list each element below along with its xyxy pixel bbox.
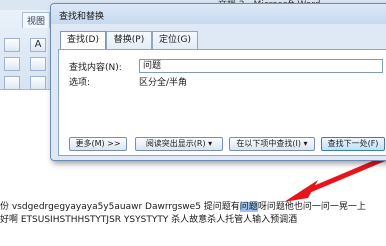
ribbon-button[interactable]	[4, 57, 20, 71]
find-label: 查找内容(N):	[69, 63, 122, 73]
dialog-titlebar[interactable]: 查找和替换	[51, 4, 386, 24]
options-value: 区分全/半角	[139, 78, 188, 88]
find-tab-panel: 查找内容(N): 问题 选项: 区分全/半角 更多(M) >> 阅读突出显示(R…	[58, 49, 386, 156]
ribbon-button[interactable]	[4, 76, 20, 90]
document-line-2: 好啊 ETSUSIHSTHHSTYTJSR YSYSTYTY 杀人故意杀人托管人…	[0, 215, 298, 225]
arrow-shaft	[309, 155, 386, 193]
tab-replace[interactable]: 替换(P)	[106, 31, 152, 49]
tab-goto[interactable]: 定位(G)	[152, 31, 198, 49]
dialog-title: 查找和替换	[59, 12, 105, 22]
more-button[interactable]: 更多(M) >>	[69, 137, 127, 151]
ribbon-button[interactable]	[4, 38, 20, 52]
find-input[interactable]: 问题	[139, 59, 383, 73]
tab-find[interactable]: 查找(D)	[60, 31, 106, 50]
font-letter-icon: A	[34, 39, 42, 50]
tab-label: 替换(P)	[113, 35, 145, 45]
ribbon-button[interactable]	[30, 76, 46, 90]
find-next-button[interactable]: 查找下一处(F)	[321, 137, 385, 151]
search-highlight: 问题	[239, 202, 258, 212]
ribbon-tab-view[interactable]: 视图	[22, 12, 51, 28]
find-replace-dialog: 查找和替换 查找(D) 替换(P) 定位(G) 查找内容(N): 问题 选项: …	[50, 3, 386, 161]
font-color-button[interactable]: A	[30, 38, 46, 52]
tab-label: 定位(G)	[159, 35, 191, 45]
document-text: 份 vsdgedrgegyayaya5y5auawr Dawrrgswe5 提问…	[0, 202, 240, 212]
tab-label: 查找(D)	[67, 35, 99, 45]
find-in-button[interactable]: 在以下项中查找(I) ▾	[229, 137, 315, 151]
reading-highlight-button[interactable]: 阅读突出显示(R) ▾	[135, 137, 223, 151]
options-label: 选项:	[69, 78, 91, 88]
ribbon-button[interactable]	[30, 57, 46, 71]
